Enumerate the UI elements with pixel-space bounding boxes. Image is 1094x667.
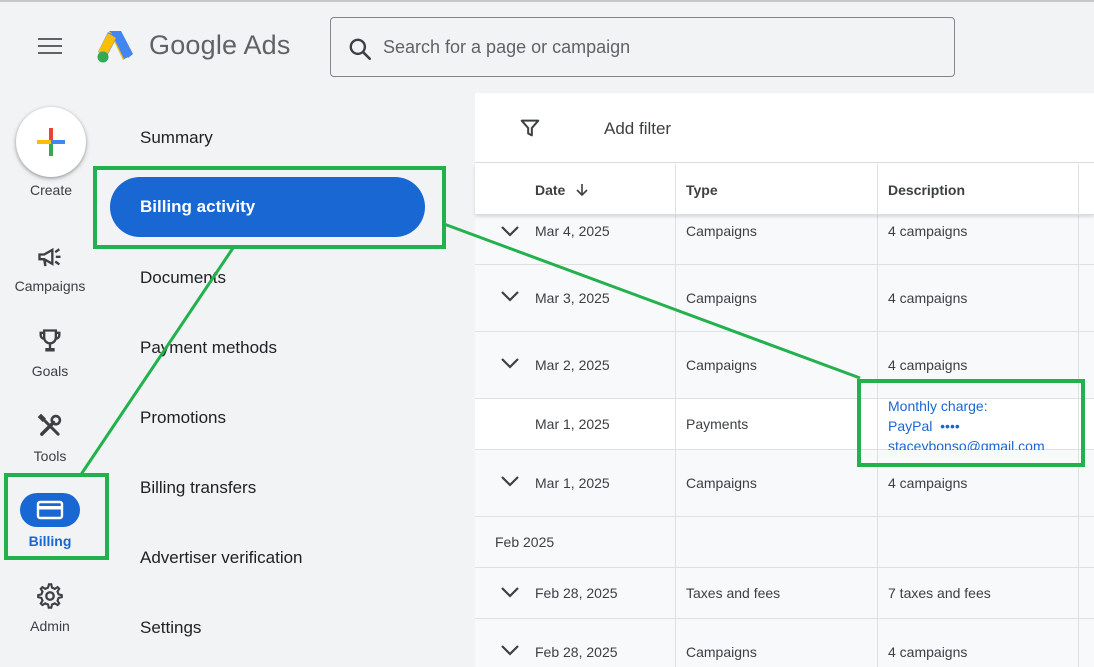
row-type: Campaigns xyxy=(686,223,757,239)
google-ads-logo xyxy=(97,31,133,63)
row-description: 4 campaigns xyxy=(888,644,968,660)
row-date: Mar 1, 2025 xyxy=(535,475,610,491)
filter-bar: Add filter xyxy=(475,93,1094,163)
chevron-down-icon[interactable] xyxy=(500,357,520,369)
table-row[interactable]: Mar 3, 2025 Campaigns 4 campaigns xyxy=(475,265,1094,332)
row-type: Payments xyxy=(686,416,749,432)
row-date: Feb 28, 2025 xyxy=(535,585,618,601)
chevron-down-icon[interactable] xyxy=(500,290,520,302)
arrow-down-icon xyxy=(576,184,588,197)
table-row[interactable]: Mar 2, 2025 Campaigns 4 campaigns xyxy=(475,332,1094,399)
row-type: Taxes and fees xyxy=(686,585,781,601)
column-header-date[interactable]: Date xyxy=(535,182,589,198)
rail-item-goals[interactable]: Goals xyxy=(0,325,100,395)
rail-label-goals: Goals xyxy=(31,363,69,379)
chevron-down-icon[interactable] xyxy=(500,475,520,487)
row-description: 7 taxes and fees xyxy=(888,585,991,601)
rail-label-campaigns: Campaigns xyxy=(14,278,86,294)
chevron-down-icon[interactable] xyxy=(500,586,520,598)
row-description: 4 campaigns xyxy=(888,290,968,306)
row-description-payment: Monthly charge: PayPal •••• staceybonso@… xyxy=(888,396,1045,456)
payment-method-link[interactable]: PayPal •••• xyxy=(888,416,1045,436)
table-row[interactable]: Mar 4, 2025 Campaigns 4 campaigns xyxy=(475,215,1094,265)
row-date: Feb 28, 2025 xyxy=(535,644,618,660)
create-label: Create xyxy=(29,182,73,198)
rail-label-billing: Billing xyxy=(28,533,72,549)
subnav-promotions[interactable]: Promotions xyxy=(140,408,226,428)
table-row[interactable]: Mar 1, 2025 Campaigns 4 campaigns xyxy=(475,450,1094,517)
subnav-billing-activity-label: Billing activity xyxy=(140,197,256,216)
row-date: Mar 3, 2025 xyxy=(535,290,610,306)
column-header-date-label: Date xyxy=(535,182,566,198)
table-group-row: Feb 2025 xyxy=(475,517,1094,568)
subnav-billing-transfers[interactable]: Billing transfers xyxy=(140,478,256,498)
row-date: Mar 1, 2025 xyxy=(535,416,610,432)
group-label: Feb 2025 xyxy=(495,534,555,550)
subnav-advertiser-verification[interactable]: Advertiser verification xyxy=(140,548,303,568)
filter-icon[interactable] xyxy=(519,117,541,139)
row-type: Campaigns xyxy=(686,644,757,660)
row-description: 4 campaigns xyxy=(888,357,968,373)
column-header-description[interactable]: Description xyxy=(888,182,965,198)
row-type: Campaigns xyxy=(686,290,757,306)
table-row[interactable]: Feb 28, 2025 Campaigns 4 campaigns xyxy=(475,619,1094,667)
search-input[interactable] xyxy=(383,32,923,62)
table-row[interactable]: Feb 28, 2025 Taxes and fees 7 taxes and … xyxy=(475,568,1094,619)
rail-item-admin[interactable]: Admin xyxy=(0,580,100,650)
gear-icon xyxy=(37,583,63,609)
row-description: 4 campaigns xyxy=(888,223,968,239)
table-header: Date Type Description xyxy=(475,164,1094,215)
rail-label-tools: Tools xyxy=(33,448,67,464)
subnav-documents[interactable]: Documents xyxy=(140,268,226,288)
row-date: Mar 2, 2025 xyxy=(535,357,610,373)
rail-label-admin: Admin xyxy=(30,618,70,634)
subnav-payment-methods[interactable]: Payment methods xyxy=(140,338,277,358)
column-header-type[interactable]: Type xyxy=(686,182,718,198)
subnav-billing-activity[interactable]: Billing activity xyxy=(110,177,425,237)
megaphone-icon xyxy=(38,247,61,267)
billing-activity-panel: Add filter Date Type Description Mar 4, … xyxy=(475,93,1094,667)
search-box[interactable] xyxy=(330,17,955,77)
row-type: Campaigns xyxy=(686,475,757,491)
monthly-charge-link[interactable]: Monthly charge: xyxy=(888,396,1045,416)
row-date: Mar 4, 2025 xyxy=(535,223,610,239)
create-button[interactable] xyxy=(16,107,86,177)
chevron-down-icon[interactable] xyxy=(500,225,520,237)
subnav-summary[interactable]: Summary xyxy=(140,128,213,148)
row-description: 4 campaigns xyxy=(888,475,968,491)
chevron-down-icon[interactable] xyxy=(500,644,520,656)
rail-item-campaigns[interactable]: Campaigns xyxy=(0,240,100,310)
top-border xyxy=(0,0,1094,2)
rail-item-tools[interactable]: Tools xyxy=(0,410,100,480)
add-filter-button[interactable]: Add filter xyxy=(604,119,671,139)
search-icon xyxy=(349,38,372,61)
tools-icon xyxy=(37,413,62,436)
plus-icon xyxy=(37,128,65,156)
credit-card-icon xyxy=(36,500,64,520)
trophy-icon xyxy=(39,329,61,352)
subnav-settings[interactable]: Settings xyxy=(140,618,201,638)
brand-name: Google Ads xyxy=(149,30,291,60)
rail-item-billing[interactable] xyxy=(20,493,80,527)
table-row[interactable]: Mar 1, 2025 Payments Monthly charge: Pay… xyxy=(475,398,1094,454)
row-type: Campaigns xyxy=(686,357,757,373)
menu-icon[interactable] xyxy=(38,38,62,56)
